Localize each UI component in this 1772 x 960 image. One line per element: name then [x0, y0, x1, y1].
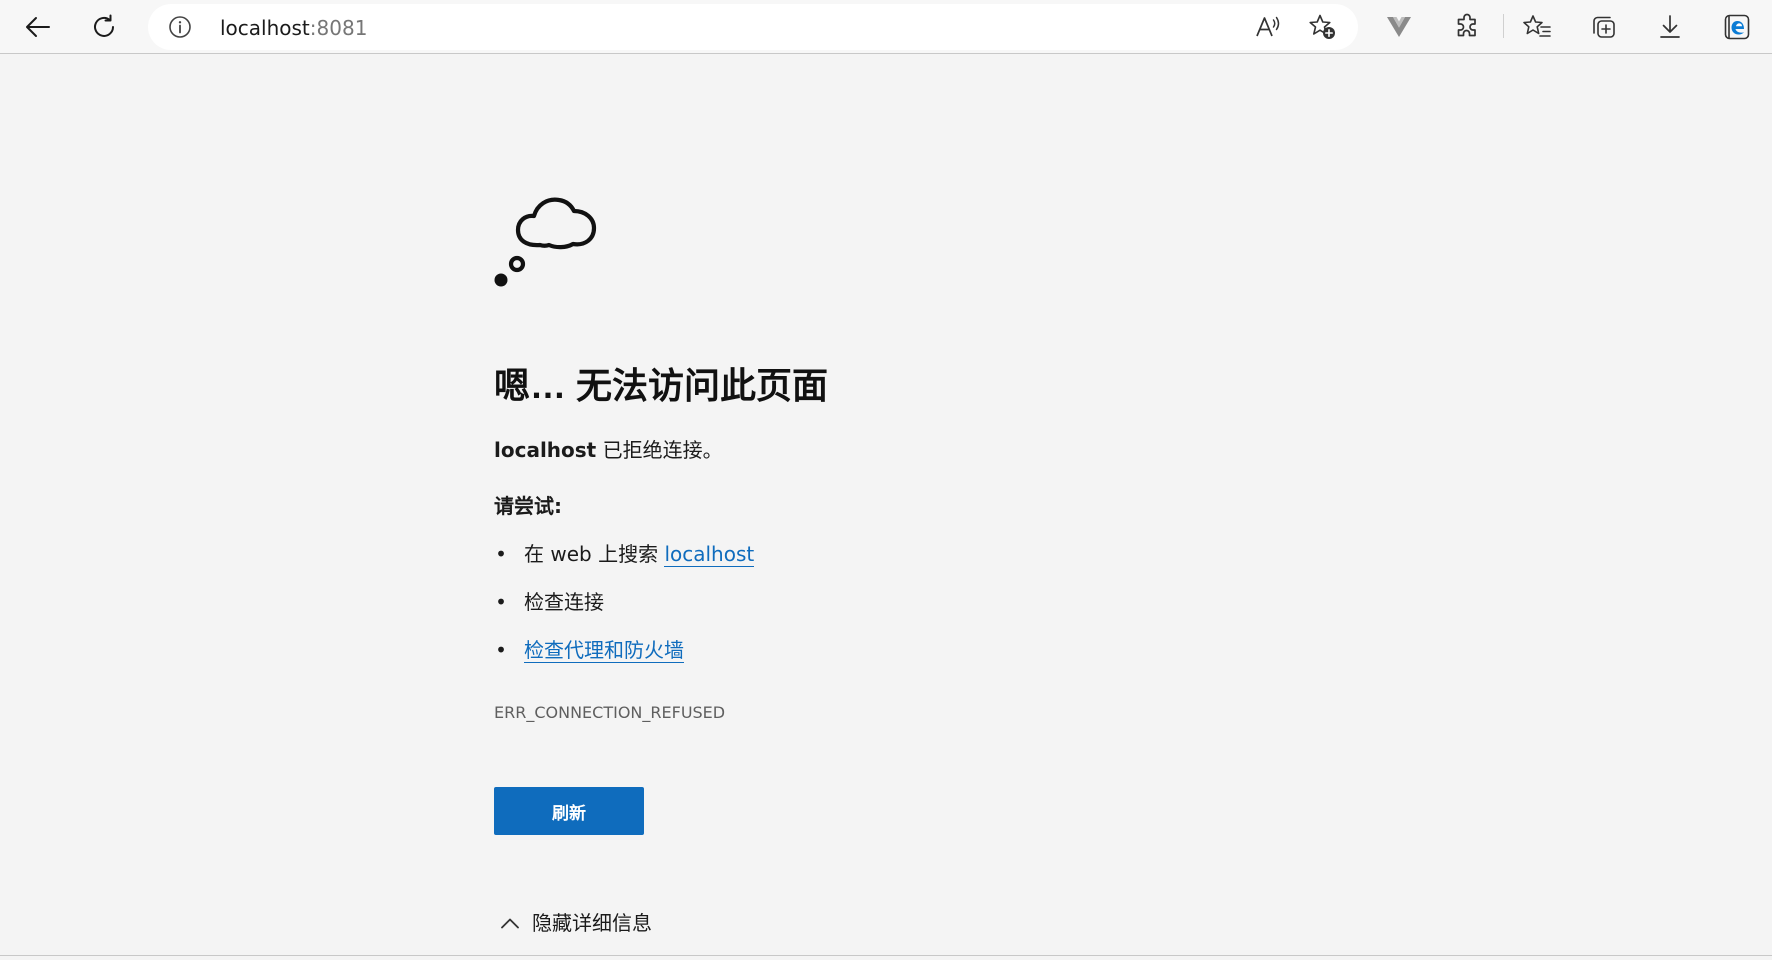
hide-details-label: 隐藏详细信息: [532, 911, 652, 935]
search-localhost-link[interactable]: localhost: [664, 542, 755, 567]
puzzle-icon: [1457, 13, 1476, 37]
chevron-up-icon: [501, 918, 519, 929]
favorites-button[interactable]: [1516, 6, 1558, 48]
error-message: 已拒绝连接。: [596, 438, 723, 462]
add-favorite-button[interactable]: [1308, 13, 1338, 41]
check-proxy-link[interactable]: 检查代理和防火墙: [524, 638, 684, 663]
thought-cloud-icon: [494, 197, 597, 287]
toolbar-divider: [1503, 14, 1504, 38]
vue-devtools-extension[interactable]: [1378, 6, 1420, 48]
edge-menu-button[interactable]: [1716, 6, 1758, 48]
browser-toolbar: localhost:8081: [0, 0, 1772, 54]
collections-button[interactable]: [1583, 6, 1625, 48]
address-bar[interactable]: localhost:8081: [148, 4, 1358, 50]
url-host: localhost: [220, 16, 310, 40]
address-url[interactable]: localhost:8081: [220, 16, 367, 40]
refresh-icon: [94, 14, 114, 37]
list-item: • 在 web 上搜索 localhost: [494, 540, 755, 588]
vue-icon: [1387, 17, 1411, 37]
refresh-page-button[interactable]: 刷新: [494, 787, 644, 835]
list-item: • 检查代理和防火墙: [494, 636, 754, 684]
refresh-button[interactable]: [83, 6, 125, 48]
bottom-divider: [0, 955, 1772, 956]
collections-icon: [1593, 16, 1615, 38]
error-code: ERR_CONNECTION_REFUSED: [494, 703, 726, 722]
bullet: •: [495, 542, 507, 566]
page-title: 嗯… 无法访问此页面: [494, 365, 829, 406]
suggestions-heading: 请尝试:: [494, 494, 562, 518]
star-add-icon: [1309, 14, 1335, 39]
edge-icon: [1724, 14, 1750, 40]
url-port: :8081: [309, 16, 368, 40]
bullet: •: [495, 590, 507, 614]
extensions-button[interactable]: [1446, 6, 1488, 48]
arrow-left-icon: [26, 17, 50, 37]
downloads-button[interactable]: [1649, 6, 1691, 48]
search-suggestion-text: 在 web 上搜索: [524, 542, 665, 566]
error-description: localhost 已拒绝连接。: [494, 436, 723, 464]
back-button[interactable]: [17, 6, 59, 48]
download-icon: [1660, 15, 1680, 38]
info-icon[interactable]: [168, 15, 192, 39]
bullet: •: [495, 638, 507, 662]
error-host: localhost: [494, 438, 597, 462]
suggestions-list: • 在 web 上搜索 localhost • 检查连接 • 检查代理和防火墙: [494, 540, 755, 684]
list-item: • 检查连接: [494, 588, 754, 636]
read-aloud-button[interactable]: [1253, 13, 1283, 41]
check-connection-text: 检查连接: [524, 590, 604, 614]
hide-details-toggle[interactable]: 隐藏详细信息: [500, 908, 652, 938]
read-aloud-icon: [1256, 16, 1280, 37]
favorites-icon: [1523, 15, 1551, 37]
